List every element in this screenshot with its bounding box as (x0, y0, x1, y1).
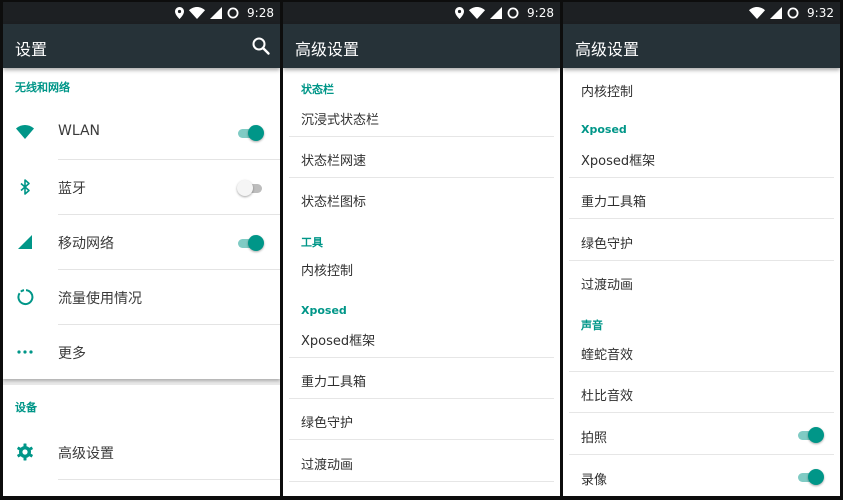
settings-item-advanced[interactable]: 高级设置 (3, 425, 280, 480)
page-title: 高级设置 (575, 40, 640, 59)
mobile-network-toggle[interactable] (238, 234, 264, 252)
advanced-settings-screen: 9:28 高级设置 状态栏 沉浸式状态栏 状态栏网速 状态栏图标 工具 内核控制… (283, 2, 560, 496)
list-item[interactable]: 拍照 (569, 414, 834, 455)
app-bar: 高级设置 (283, 24, 560, 68)
status-bar: 9:28 (3, 2, 280, 24)
battery-ring-icon (787, 7, 799, 19)
list-item[interactable]: 杜比音效 (569, 372, 834, 413)
wifi-status-icon (189, 7, 206, 19)
location-icon (455, 7, 465, 19)
wifi-status-icon (469, 7, 486, 19)
advanced-settings-screen-scrolled: 9:32 高级设置 内核控制 Xposed Xposed框架 重力工具箱 绿色守… (563, 2, 840, 496)
location-icon (175, 7, 185, 19)
page-title: 高级设置 (295, 40, 360, 59)
photo-toggle[interactable] (798, 426, 824, 444)
device-card: 设备 高级设置 (3, 385, 280, 496)
list-item[interactable]: 重力工具箱 (569, 178, 834, 219)
wireless-networks-card: 无线和网络 WLAN 蓝牙 移动网络 流量使用情况 更多 (3, 68, 280, 379)
section-header: 设备 (15, 401, 37, 414)
status-bar: 9:28 (283, 2, 560, 24)
settings-item-label: 更多 (58, 346, 86, 362)
app-bar: 设置 (3, 24, 280, 68)
list-item[interactable]: 绿色守护 (569, 220, 834, 261)
settings-item-more[interactable]: 更多 (3, 325, 280, 380)
list-item[interactable]: 过渡动画 (569, 261, 834, 302)
status-time: 9:32 (807, 6, 834, 20)
list-item[interactable]: 状态栏网速 (289, 137, 554, 178)
wlan-toggle[interactable] (238, 124, 264, 142)
section-header: 状态栏 (301, 83, 334, 96)
section-header: Xposed (301, 304, 347, 317)
list-item[interactable]: 录像 (569, 456, 834, 496)
wifi-icon (16, 123, 34, 141)
battery-ring-icon (227, 7, 239, 19)
settings-item-data-usage[interactable]: 流量使用情况 (3, 270, 280, 325)
page-title: 设置 (15, 40, 48, 59)
data-usage-icon (16, 288, 34, 306)
list-item[interactable]: 内核控制 (569, 68, 834, 109)
battery-ring-icon (507, 7, 519, 19)
more-icon (16, 343, 34, 361)
settings-item-label: 高级设置 (58, 446, 114, 462)
settings-item-label: 移动网络 (58, 236, 114, 252)
list-item[interactable]: 绿色守护 (289, 399, 554, 440)
list-item[interactable]: 过渡动画 (289, 441, 554, 482)
list-item[interactable]: 沉浸式状态栏 (289, 96, 554, 137)
list-item[interactable]: Xposed框架 (569, 137, 834, 178)
settings-item-label: 蓝牙 (58, 181, 86, 197)
cell-signal-icon (210, 7, 223, 19)
list-item[interactable]: 蝰蛇音效 (569, 331, 834, 372)
section-header: 无线和网络 (15, 81, 70, 94)
settings-item-label: 流量使用情况 (58, 291, 142, 307)
cell-signal-icon (490, 7, 503, 19)
wifi-status-icon (749, 7, 766, 19)
search-icon[interactable] (251, 36, 271, 56)
section-header: Xposed (581, 123, 627, 136)
settings-item-wlan[interactable]: WLAN (3, 105, 280, 160)
list-item[interactable]: Xposed框架 (289, 317, 554, 358)
video-toggle[interactable] (798, 468, 824, 486)
list-item[interactable]: 重力工具箱 (289, 358, 554, 399)
app-bar: 高级设置 (563, 24, 840, 68)
signal-icon (16, 233, 34, 251)
settings-item-mobile-network[interactable]: 移动网络 (3, 215, 280, 270)
settings-item-bluetooth[interactable]: 蓝牙 (3, 160, 280, 215)
bluetooth-toggle[interactable] (237, 179, 264, 197)
list-item[interactable]: 状态栏图标 (289, 178, 554, 219)
list-item[interactable]: 内核控制 (289, 247, 554, 288)
cell-signal-icon (770, 7, 783, 19)
status-time: 9:28 (247, 6, 274, 20)
bluetooth-icon (16, 178, 34, 196)
gear-icon (16, 443, 34, 461)
settings-item-label: WLAN (58, 123, 101, 139)
status-bar: 9:32 (563, 2, 840, 24)
settings-screen: 9:28 设置 无线和网络 WLAN 蓝牙 移动网络 流量使用情况 更多 设备 … (3, 2, 280, 496)
status-time: 9:28 (527, 6, 554, 20)
